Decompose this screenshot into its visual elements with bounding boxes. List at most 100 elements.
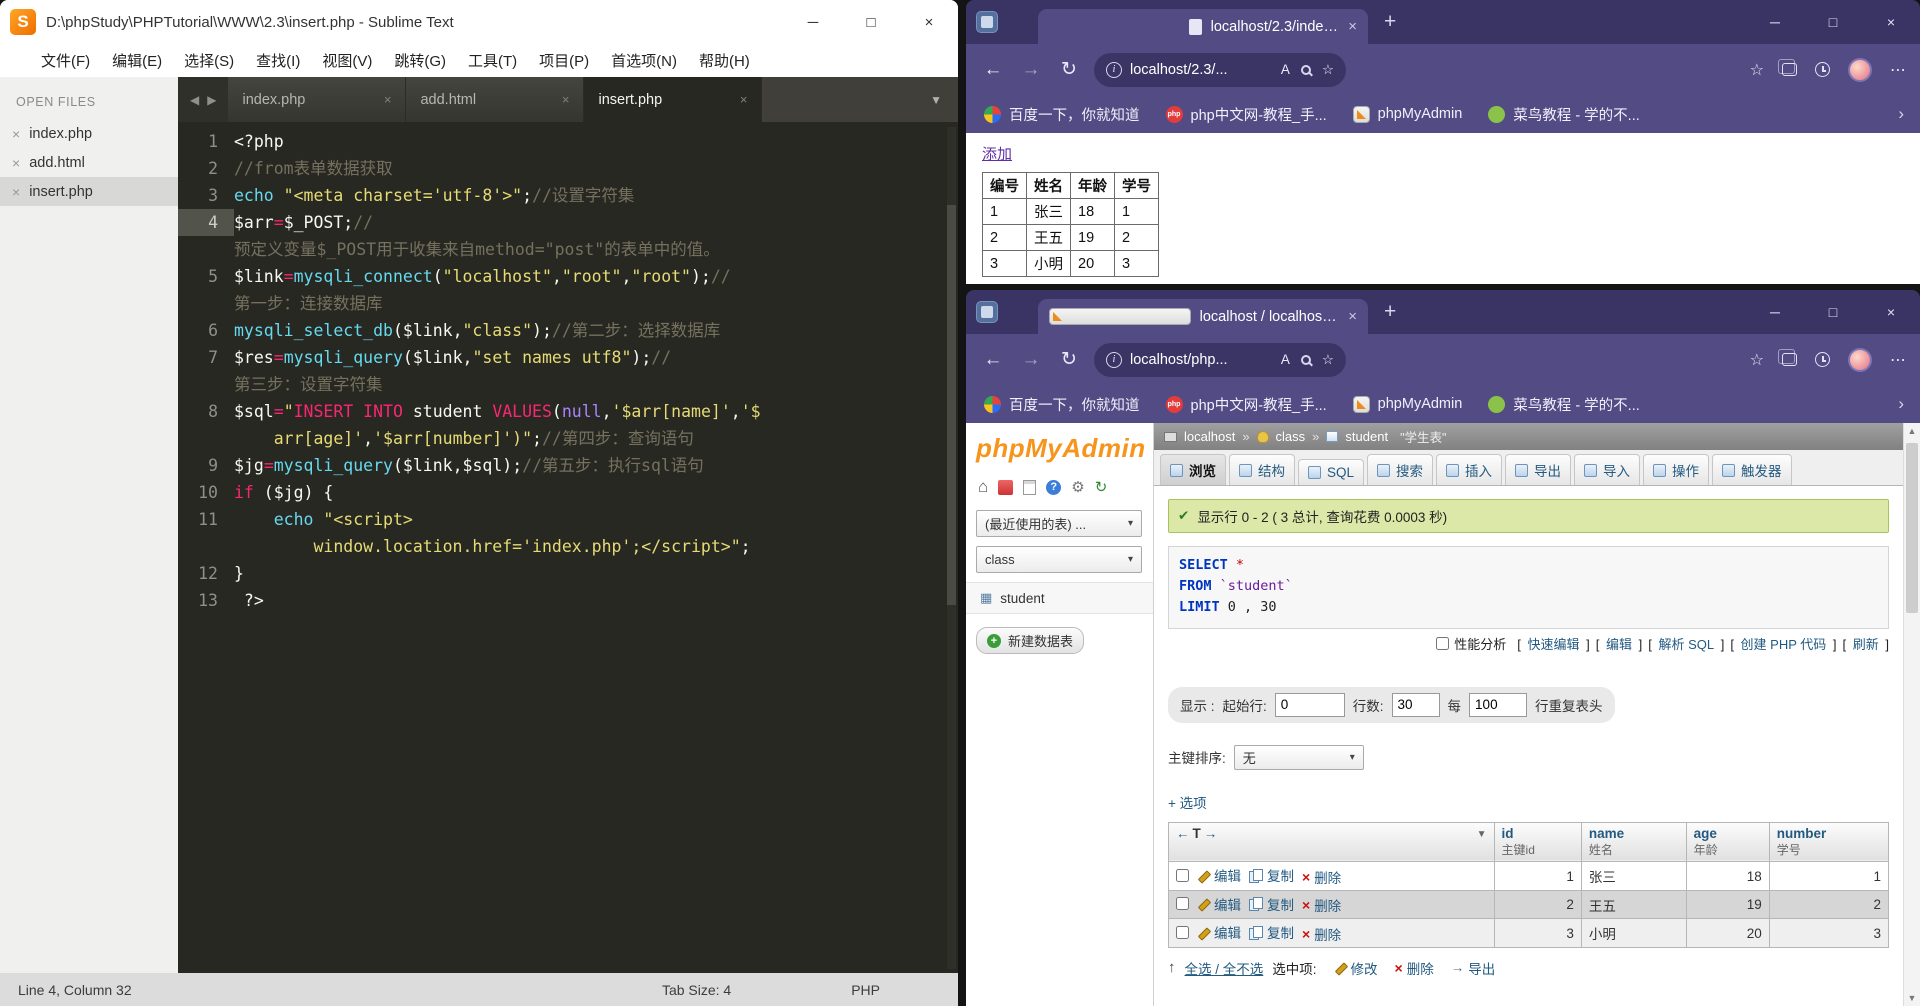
favorites-icon[interactable]: ☆ bbox=[1750, 350, 1764, 370]
editor-scrollbar[interactable] bbox=[947, 127, 956, 969]
column-header[interactable]: number 学号 bbox=[1768, 821, 1890, 863]
row-action-delete[interactable]: × 删除 bbox=[1302, 924, 1341, 944]
open-file-item[interactable]: × index.php bbox=[0, 119, 178, 148]
close-file-icon[interactable]: × bbox=[12, 155, 20, 171]
read-aloud-icon[interactable]: A bbox=[1281, 352, 1290, 367]
inline-link[interactable]: [ 编辑 ] bbox=[1596, 637, 1642, 652]
scrollbar-thumb[interactable] bbox=[947, 205, 956, 605]
pma-tab[interactable]: 触发器 bbox=[1712, 454, 1792, 485]
maximize-button[interactable]: □ bbox=[1804, 290, 1862, 334]
logout-icon[interactable] bbox=[998, 479, 1014, 495]
close-file-icon[interactable]: × bbox=[12, 126, 20, 142]
open-file-item[interactable]: × insert.php bbox=[0, 177, 178, 206]
editor-tab[interactable]: add.html × bbox=[406, 77, 585, 122]
profile-avatar[interactable] bbox=[1848, 347, 1872, 372]
breadcrumb-item[interactable]: localhost bbox=[1184, 429, 1235, 444]
add-link[interactable]: 添加 bbox=[982, 146, 1012, 163]
tab-scroll-right-icon[interactable]: ▶ bbox=[207, 93, 216, 107]
bookmark-item[interactable]: phpMyAdmin bbox=[1352, 395, 1462, 413]
page-scrollbar[interactable]: ▲ ▼ bbox=[1903, 423, 1920, 1006]
select-all-link[interactable]: 全选 / 全不选 bbox=[1185, 958, 1264, 978]
sort-left-icon[interactable]: ← bbox=[1176, 826, 1190, 841]
maximize-button[interactable]: □ bbox=[842, 0, 900, 44]
options-toggle[interactable]: + 选项 bbox=[1168, 792, 1889, 812]
row-action-edit[interactable]: 编辑 bbox=[1197, 922, 1241, 942]
tab-close-icon[interactable]: × bbox=[1348, 308, 1357, 325]
menu-item[interactable]: 工具(T) bbox=[457, 50, 528, 71]
row-action-delete[interactable]: × 删除 bbox=[1302, 867, 1341, 887]
bookmark-item[interactable]: phpMyAdmin bbox=[1352, 105, 1462, 123]
menu-item[interactable]: 编辑(E) bbox=[101, 50, 173, 71]
zoom-icon[interactable] bbox=[1300, 64, 1311, 75]
bookmark-item[interactable]: 百度一下，你就知道 bbox=[984, 104, 1140, 125]
tab-close-icon[interactable]: × bbox=[1348, 18, 1357, 35]
back-button[interactable]: ← bbox=[980, 349, 1006, 371]
sort-right-icon[interactable]: → bbox=[1204, 826, 1218, 841]
menu-item[interactable]: 首选项(N) bbox=[600, 50, 688, 71]
add-favorite-icon[interactable]: ☆ bbox=[1322, 62, 1334, 78]
bookmark-item[interactable]: 百度一下，你就知道 bbox=[984, 394, 1140, 415]
breadcrumb-item[interactable]: student bbox=[1345, 429, 1388, 444]
pma-tab[interactable]: 浏览 bbox=[1160, 454, 1226, 485]
menu-item[interactable]: 文件(F) bbox=[30, 50, 101, 71]
row-count-input[interactable] bbox=[1391, 692, 1440, 717]
new-tab-button[interactable]: + bbox=[1384, 10, 1396, 34]
inline-link[interactable]: [ 创建 PHP 代码 ] bbox=[1730, 637, 1836, 652]
start-row-input[interactable] bbox=[1274, 692, 1345, 717]
browser-app-icon[interactable] bbox=[976, 11, 998, 33]
new-tab-button[interactable]: + bbox=[1384, 300, 1396, 324]
address-bar[interactable]: i localhost/2.3/... A ☆ bbox=[1094, 52, 1346, 87]
row-action-edit[interactable]: 编辑 bbox=[1197, 865, 1241, 885]
site-info-icon[interactable]: i bbox=[1106, 351, 1122, 368]
menu-item[interactable]: 查找(I) bbox=[245, 50, 311, 71]
favorites-icon[interactable]: ☆ bbox=[1750, 60, 1764, 80]
bookmark-item[interactable]: 菜鸟教程 - 学的不... bbox=[1488, 394, 1640, 415]
docs-icon[interactable] bbox=[1023, 479, 1037, 495]
pma-tab[interactable]: SQL bbox=[1298, 459, 1365, 485]
menu-item[interactable]: 选择(S) bbox=[173, 50, 245, 71]
read-aloud-icon[interactable]: A bbox=[1281, 62, 1290, 77]
menu-item[interactable]: 帮助(H) bbox=[688, 50, 761, 71]
help-icon[interactable]: ? bbox=[1046, 479, 1062, 495]
history-icon[interactable] bbox=[1815, 352, 1830, 367]
row-action-copy[interactable]: 复制 bbox=[1249, 894, 1294, 914]
collections-icon[interactable] bbox=[1778, 349, 1797, 366]
close-file-icon[interactable]: × bbox=[12, 184, 20, 200]
row-checkbox[interactable] bbox=[1176, 897, 1189, 911]
row-action-edit[interactable]: 编辑 bbox=[1197, 894, 1241, 914]
tab-close-icon[interactable]: × bbox=[740, 92, 748, 107]
close-button[interactable]: × bbox=[900, 0, 958, 44]
recent-tables-select[interactable]: (最近使用的表) ... ▾ bbox=[976, 510, 1142, 537]
row-action-copy[interactable]: 复制 bbox=[1249, 922, 1294, 942]
back-button[interactable]: ← bbox=[980, 59, 1006, 81]
tab-overflow-icon[interactable]: ▼ bbox=[914, 77, 958, 122]
forward-button[interactable]: → bbox=[1018, 59, 1044, 81]
bookmark-item[interactable]: php php中文网-教程_手... bbox=[1165, 394, 1327, 415]
forward-button[interactable]: → bbox=[1018, 349, 1044, 371]
row-checkbox[interactable] bbox=[1176, 925, 1189, 939]
editor-tab[interactable]: insert.php × bbox=[584, 77, 763, 122]
inline-link[interactable]: [ 快速编辑 ] bbox=[1517, 637, 1589, 652]
header-repeat-input[interactable] bbox=[1469, 692, 1528, 717]
scroll-down-icon[interactable]: ▼ bbox=[1904, 990, 1920, 1006]
column-header[interactable]: id 主键id bbox=[1493, 821, 1582, 863]
column-header[interactable]: name 姓名 bbox=[1580, 821, 1687, 863]
row-checkbox[interactable] bbox=[1176, 868, 1189, 882]
settings-menu-icon[interactable]: ⋯ bbox=[1890, 60, 1906, 80]
footer-action-export[interactable]: → 导出 bbox=[1451, 958, 1496, 978]
history-icon[interactable] bbox=[1815, 62, 1830, 77]
refresh-button[interactable]: ↻ bbox=[1056, 348, 1082, 371]
browser-tab[interactable]: localhost / localhost / class / stu... × bbox=[1038, 299, 1368, 334]
sidebar-table-student[interactable]: ▦ student bbox=[966, 582, 1153, 614]
pma-tab[interactable]: 导入 bbox=[1574, 454, 1641, 485]
settings-menu-icon[interactable]: ⋯ bbox=[1890, 350, 1906, 370]
inline-link[interactable]: [ 解析 SQL ] bbox=[1648, 637, 1724, 652]
close-button[interactable]: × bbox=[1862, 0, 1920, 44]
sort-select[interactable]: 无 ▾ bbox=[1233, 744, 1364, 770]
footer-action-change[interactable]: 修改 bbox=[1334, 958, 1378, 978]
scrollbar-thumb[interactable] bbox=[1906, 443, 1918, 613]
database-select[interactable]: class ▾ bbox=[976, 546, 1142, 573]
profiling-checkbox[interactable] bbox=[1436, 636, 1450, 650]
bookmark-item[interactable]: php php中文网-教程_手... bbox=[1165, 104, 1327, 125]
pma-tab[interactable]: 导出 bbox=[1505, 454, 1572, 485]
